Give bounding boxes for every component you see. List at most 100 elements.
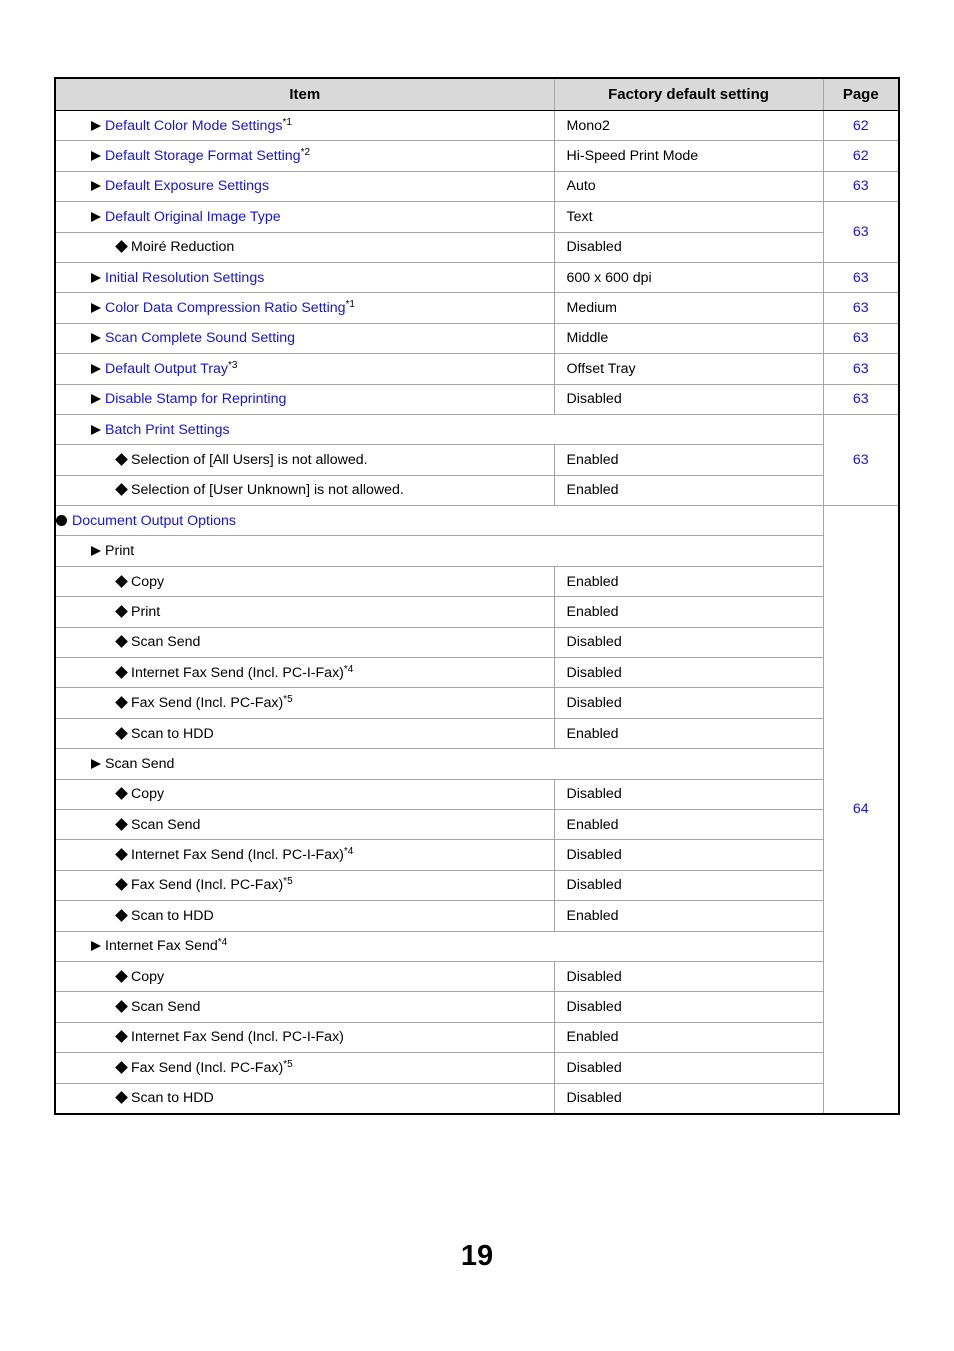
page-cell: 62 <box>822 140 899 172</box>
page-link[interactable]: 64 <box>853 801 869 817</box>
triangle-right-icon <box>91 181 101 192</box>
item-cell: Print <box>55 596 554 628</box>
table-row: Default Color Mode Settings*1 Mono2 62 <box>55 109 899 141</box>
table-row: Scan Complete Sound Setting Middle 63 <box>55 322 899 354</box>
item-label: Selection of [All Users] is not allowed. <box>131 451 368 468</box>
table-row: Batch Print Settings 63 <box>55 413 899 506</box>
page-cell: 63 <box>822 353 899 385</box>
factory-default-value: Enabled <box>553 717 823 749</box>
factory-default-value: Disabled <box>553 991 823 1023</box>
footnote-ref: *4 <box>217 937 228 949</box>
factory-default-value: Disabled <box>553 231 823 263</box>
item-cell: Default Color Mode Settings*1 <box>55 109 554 141</box>
table-row: Print Enabled <box>55 596 899 628</box>
page-cell: 63 <box>822 413 899 506</box>
triangle-right-icon <box>91 120 101 131</box>
table-row: Copy Enabled <box>55 565 899 597</box>
item-cell: Default Storage Format Setting*2 <box>55 140 554 172</box>
item-cell: Default Output Tray*3 <box>55 353 554 385</box>
item-cell: Selection of [All Users] is not allowed. <box>55 444 554 476</box>
triangle-right-icon <box>91 424 101 435</box>
diamond-icon <box>115 483 128 497</box>
triangle-right-icon <box>91 151 101 162</box>
diamond-icon <box>115 878 128 892</box>
item-label: Internet Fax Send (Incl. PC-I-Fax) <box>131 664 344 681</box>
page-link[interactable]: 63 <box>853 330 869 346</box>
triangle-right-icon <box>91 303 101 314</box>
triangle-right-icon <box>91 546 101 557</box>
item-link[interactable]: Disable Stamp for Reprinting <box>105 391 286 407</box>
page-cell: 62 <box>822 109 899 141</box>
table-row: Print <box>55 535 899 567</box>
diamond-icon <box>115 726 128 740</box>
page-link[interactable]: 63 <box>853 361 869 377</box>
item-link[interactable]: Document Output Options <box>72 513 236 529</box>
footnote-ref: *1 <box>345 299 355 311</box>
table-row: Selection of [All Users] is not allowed.… <box>55 444 899 476</box>
diamond-icon <box>115 635 128 649</box>
factory-default-value: Disabled <box>553 1052 823 1083</box>
table-row: Scan to HDD Enabled <box>55 900 899 932</box>
item-link[interactable]: Default Original Image Type <box>105 209 281 225</box>
item-link[interactable]: Default Storage Format Setting <box>105 148 301 164</box>
item-label: Moiré Reduction <box>131 239 235 256</box>
table-row: Color Data Compression Ratio Setting*1 Me… <box>55 292 899 324</box>
diamond-icon <box>115 453 128 466</box>
page-link[interactable]: 62 <box>853 148 869 164</box>
triangle-right-icon <box>91 394 101 405</box>
diamond-icon <box>115 1000 128 1013</box>
item-cell: Disable Stamp for Reprinting <box>55 383 554 415</box>
item-link[interactable]: Color Data Compression Ratio Setting <box>105 300 346 316</box>
factory-defaults-table: Item Factory default setting Page Defaul… <box>54 77 900 1115</box>
triangle-right-icon <box>91 363 101 374</box>
item-link[interactable]: Default Color Mode Settings <box>105 118 282 134</box>
table-row: Scan Send Disabled <box>55 626 899 658</box>
table-row: Initial Resolution Settings 600 x 600 dpi… <box>55 261 899 293</box>
table-row: Internet Fax Send (Incl. PC-I-Fax) Enable… <box>55 1021 899 1053</box>
item-label: Print <box>131 603 161 620</box>
triangle-right-icon <box>91 758 101 769</box>
factory-default-value: Enabled <box>553 596 823 628</box>
item-cell: Internet Fax Send (Incl. PC-I-Fax) <box>55 1021 554 1053</box>
table-row: Copy Disabled <box>55 960 899 992</box>
diamond-icon <box>115 574 128 588</box>
footnote-ref: *5 <box>283 694 293 706</box>
item-cell: Document Output Options <box>55 505 823 536</box>
factory-default-value: Text <box>553 201 823 233</box>
page-number: 19 <box>460 1240 494 1272</box>
page-link[interactable]: 63 <box>853 178 869 194</box>
factory-default-value: Enabled <box>553 1021 823 1053</box>
item-label: Scan Send <box>131 634 201 651</box>
item-label: Scan to HDD <box>131 1090 214 1107</box>
item-label: Copy <box>131 968 165 985</box>
factory-default-value: Disabled <box>553 778 823 810</box>
page-link[interactable]: 63 <box>853 270 869 286</box>
page-link[interactable]: 63 <box>853 224 869 240</box>
item-link[interactable]: Scan Complete Sound Setting <box>105 330 295 346</box>
table-row: Fax Send (Incl. PC-Fax)*5 Disabled <box>55 869 899 901</box>
item-cell: Print <box>55 535 823 567</box>
item-link[interactable]: Batch Print Settings <box>105 422 230 438</box>
page-link[interactable]: 63 <box>853 300 869 316</box>
table-row: Internet Fax Send (Incl. PC-I-Fax)*4 Disa… <box>55 657 899 688</box>
diamond-icon <box>115 848 128 861</box>
factory-default-value: Middle <box>553 322 823 354</box>
triangle-right-icon <box>91 333 101 344</box>
factory-default-value: Disabled <box>553 869 823 901</box>
factory-default-value: Mono2 <box>553 109 823 141</box>
table-row: Default Original Image Type Text 63 <box>55 201 899 263</box>
table-row: Internet Fax Send*4 <box>55 930 899 962</box>
item-link[interactable]: Default Output Tray <box>105 361 228 377</box>
page-link[interactable]: 63 <box>853 452 869 468</box>
item-cell: Internet Fax Send*4 <box>55 930 823 962</box>
item-label: Copy <box>131 573 165 590</box>
item-link[interactable]: Default Exposure Settings <box>105 178 269 194</box>
item-link[interactable]: Initial Resolution Settings <box>105 270 264 286</box>
bullet-circle-icon <box>56 514 67 526</box>
page-link[interactable]: 63 <box>853 391 869 407</box>
header-page: Page <box>822 78 899 111</box>
footnote-ref: *5 <box>283 876 293 888</box>
page-link[interactable]: 62 <box>853 118 869 134</box>
page-cell: 64 <box>822 505 899 1114</box>
table-row: Document Output Options 64 <box>55 505 899 1114</box>
